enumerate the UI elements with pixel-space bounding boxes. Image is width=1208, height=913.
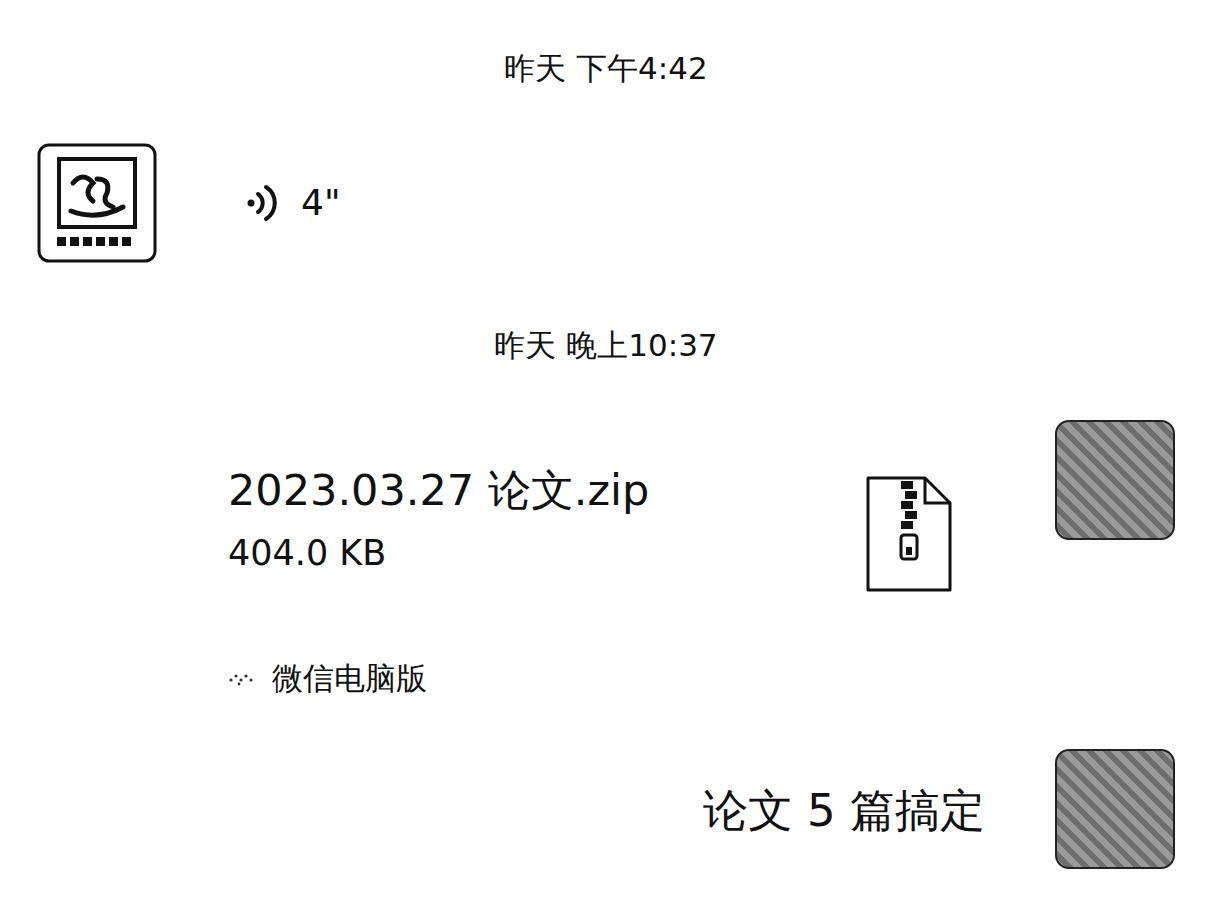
file-size: 404.0 KB [228, 531, 649, 575]
contact-avatar[interactable] [37, 143, 157, 263]
text-message[interactable]: 论文 5 篇搞定 [703, 749, 985, 839]
my-avatar[interactable] [1055, 420, 1175, 540]
voice-message[interactable]: 4" [245, 181, 340, 225]
file-card[interactable]: 2023.03.27 论文.zip 404.0 KB [228, 462, 953, 593]
message-row: 论文 5 篇搞定 [37, 749, 1175, 869]
pc-client-icon [228, 668, 254, 688]
zip-file-icon [865, 475, 953, 593]
file-name: 2023.03.27 论文.zip [228, 462, 649, 518]
source-label: 微信电脑版 [272, 658, 427, 698]
file-info: 2023.03.27 论文.zip 404.0 KB [228, 462, 649, 575]
logo-icon [37, 143, 157, 263]
file-source: 微信电脑版 [228, 658, 953, 698]
sound-wave-icon [245, 183, 279, 223]
timestamp: 昨天 下午4:42 [37, 48, 1175, 88]
chat-view: 昨天 下午4:42 4" 昨天 晚上10:37 2023.03.27 论文.zip 40… [0, 0, 1208, 913]
message-row: 4" [37, 143, 1175, 263]
my-avatar[interactable] [1055, 749, 1175, 869]
timestamp: 昨天 晚上10:37 [37, 325, 1175, 365]
message-row: 2023.03.27 论文.zip 404.0 KB 微信电脑版 [37, 420, 1175, 698]
voice-duration: 4" [301, 181, 340, 225]
file-message: 2023.03.27 论文.zip 404.0 KB 微信电脑版 [228, 420, 953, 698]
